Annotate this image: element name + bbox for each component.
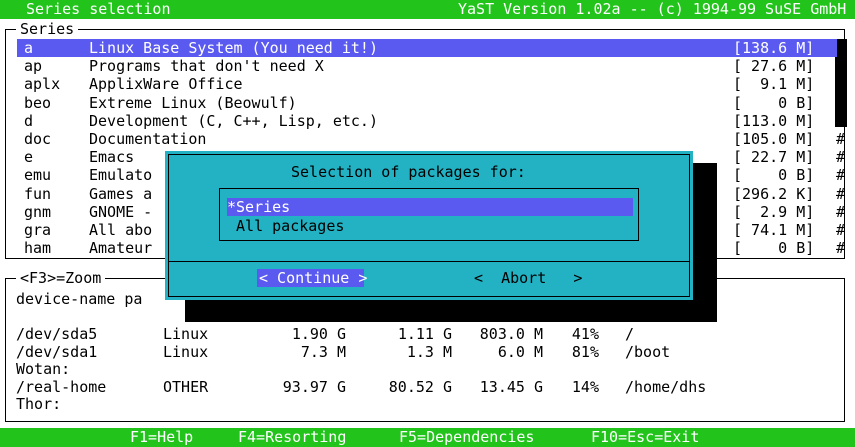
partition-device: Thor: <box>16 395 62 413</box>
partition-size: 1.90 G <box>291 325 346 343</box>
series-size: [ 0 B] <box>733 166 815 185</box>
series-description: Documentation <box>89 130 207 148</box>
title-bar: Series selection YaST Version 1.02a -- (… <box>0 0 855 19</box>
partition-type: Linux <box>163 342 209 361</box>
series-installed-mark: # <box>836 130 846 148</box>
dialog-separator <box>168 261 690 262</box>
partition-used: 1.11 G <box>397 325 452 343</box>
partition-percent: 41% <box>571 325 599 343</box>
series-code: gra <box>24 221 52 239</box>
selection-dialog: Selection of packages for: *Series All p… <box>165 151 693 300</box>
partition-device: /dev/sda5 <box>16 325 98 343</box>
series-description: Programs that don't need X <box>89 57 324 76</box>
partition-type: Linux <box>163 325 209 343</box>
series-installed-mark: # <box>836 202 846 221</box>
version-text: YaST Version 1.02a -- (c) 1994-99 SuSE G… <box>458 0 847 18</box>
series-code: doc <box>24 130 52 148</box>
partition-mount: /boot <box>625 342 671 361</box>
abort-button[interactable]: < Abort > <box>474 269 582 287</box>
series-size: [ 0 B] <box>733 239 815 258</box>
series-code: emu <box>24 166 52 185</box>
partition-used: 80.52 G <box>388 377 452 396</box>
series-size: [ 22.7 M] <box>733 148 815 167</box>
series-size: [105.0 M] <box>733 130 815 148</box>
series-frame-label: Series <box>16 20 79 38</box>
series-installed-mark: # <box>836 221 846 239</box>
partition-device: /dev/sda1 <box>16 342 98 361</box>
series-code: fun <box>24 184 52 203</box>
series-installed-mark: # <box>836 148 846 167</box>
series-description: Emacs <box>89 148 135 167</box>
continue-button[interactable]: < Continue > <box>257 269 368 287</box>
dialog-shadow-right <box>693 163 717 322</box>
series-code: ap <box>24 57 43 76</box>
partition-percent: 14% <box>571 377 599 396</box>
series-description: Linux Base System (You need it!) <box>89 39 378 57</box>
partition-type: OTHER <box>163 377 209 396</box>
dialog-title: Selection of packages for: <box>291 163 526 181</box>
key-resorting[interactable]: F4=Resorting <box>238 428 346 446</box>
option-series[interactable]: *Series <box>227 198 633 216</box>
series-code: d <box>24 111 34 130</box>
series-code: a <box>24 39 34 57</box>
series-installed-mark: # <box>836 111 846 130</box>
function-key-bar: F1=Help F4=Resorting F5=Dependencies F10… <box>0 428 855 447</box>
partition-mount: / <box>625 325 635 343</box>
series-size: [138.6 M] <box>733 39 815 57</box>
partition-used: 1.3 M <box>406 342 452 361</box>
series-description: Games a <box>89 184 153 203</box>
series-description: ApplixWare Office <box>89 75 243 94</box>
window-title: Series selection <box>26 0 171 18</box>
dialog-shadow <box>185 300 717 322</box>
series-size: [ 9.1 M] <box>733 75 815 94</box>
partition-size: 7.3 M <box>300 342 346 361</box>
series-size: [ 2.9 M] <box>733 202 815 221</box>
partition-device: /real-home <box>16 377 107 396</box>
series-size: [113.0 M] <box>733 111 815 130</box>
series-description: Development (C, C++, Lisp, etc.) <box>89 111 378 130</box>
series-installed-mark: # <box>836 184 846 203</box>
zoom-header: device-name pa <box>16 290 143 308</box>
series-installed-mark: # <box>836 239 846 258</box>
series-code: aplx <box>24 75 61 94</box>
key-exit[interactable]: F10=Esc=Exit <box>591 428 699 446</box>
series-size: [ 0 B] <box>733 93 815 112</box>
option-all-packages[interactable]: All packages <box>227 217 344 235</box>
partition-percent: 81% <box>571 342 599 361</box>
zoom-frame-label[interactable]: <F3>=Zoom <box>16 269 106 287</box>
option-series-label: *Series <box>227 198 291 216</box>
series-description: All abo <box>89 221 153 239</box>
series-size: [ 74.1 M] <box>733 221 815 239</box>
key-help[interactable]: F1=Help <box>130 428 193 446</box>
series-description: Amateur <box>89 239 153 258</box>
continue-button-label: < Continue > <box>259 269 368 287</box>
series-installed-mark: # <box>836 166 846 185</box>
series-code: ham <box>24 239 52 258</box>
key-dependencies[interactable]: F5=Dependencies <box>399 428 534 446</box>
series-size: [ 27.6 M] <box>733 57 815 76</box>
series-code: gnm <box>24 202 52 221</box>
series-code: e <box>24 148 34 167</box>
series-description: Emulato <box>89 166 153 185</box>
partition-size: 93.97 G <box>282 377 346 396</box>
partition-device: Wotan: <box>16 360 71 378</box>
series-description: GNOME - <box>89 202 153 221</box>
series-size: [296.2 K] <box>733 184 815 203</box>
series-code: beo <box>24 93 52 112</box>
series-description: Extreme Linux (Beowulf) <box>89 93 297 112</box>
partition-mount: /home/dhs <box>625 377 707 396</box>
